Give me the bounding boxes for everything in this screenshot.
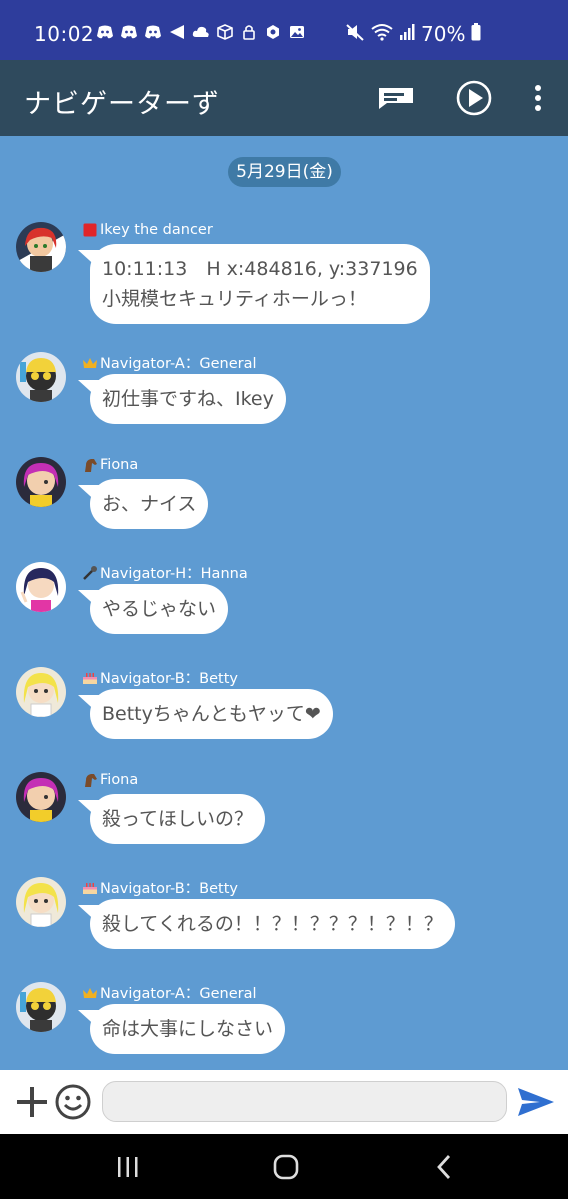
add-attachment-button[interactable] [14,1084,50,1120]
message-bubble[interactable]: 初仕事ですね、Ikey [90,374,286,424]
avatar[interactable] [16,222,66,272]
more-vert-icon [535,85,541,111]
message-input[interactable] [102,1081,507,1122]
message-bubble[interactable]: 10:11:13 H x:484816, y:337196 小規模セキュリティホ… [90,244,430,324]
cake-icon [82,880,98,896]
message-bubble[interactable]: Bettyちゃんともヤッて❤ [90,689,333,739]
avatar[interactable] [16,982,66,1032]
battery-percentage: 70% [421,22,466,46]
chat-area[interactable]: 5月29日(金) Ikey the dancer 10:11:13 H x:48… [0,136,568,1070]
red-square-icon [82,222,98,238]
horse-icon [82,772,98,788]
sender-name: Navigator-A：General [100,356,257,372]
sender-name: Ikey the dancer [100,222,213,238]
sender-name: Navigator-B：Betty [100,671,239,687]
avatar[interactable] [16,562,66,612]
crown-icon [82,355,98,371]
microphone-icon [82,565,98,581]
discord-icon [144,24,162,40]
message-sender: Navigator-A：General [82,982,257,1003]
sender-name: Navigator-A：General [100,986,257,1002]
message-sender: Navigator-B：Betty [82,667,238,688]
play-icon [456,80,492,116]
system-icons: 70% [345,22,481,46]
cloud-icon [192,24,210,40]
image-icon [288,24,306,40]
more-options-button[interactable] [525,78,551,118]
send-icon [518,1088,554,1116]
signal-icon [399,23,415,45]
chat-message: Ikey the dancer 10:11:13 H x:484816, y:3… [0,222,568,324]
app-bar: ナビゲーターず [0,60,568,136]
sender-name: Navigator-H：Hanna [100,566,248,582]
message-input-bar [0,1070,568,1134]
discord-icon [96,24,114,40]
message-bubble[interactable]: 殺してくれるの！！？！？？？！？！？ [90,899,455,949]
plus-icon [17,1087,47,1117]
message-bubble[interactable]: 命は大事にしなさい [90,1004,286,1054]
chat-message: Fiona お、ナイス [0,457,568,529]
system-navigation-bar [0,1134,568,1199]
date-separator: 5月29日(金) [228,157,341,187]
recents-icon [118,1157,138,1177]
discord-icon [120,24,138,40]
horse-icon [82,457,98,473]
message-sender: Navigator-A：General [82,352,257,373]
share-icon [168,24,186,40]
box-icon [216,24,234,40]
avatar[interactable] [16,772,66,822]
sender-name: Fiona [100,772,139,788]
sender-name: Fiona [100,457,139,473]
avatar[interactable] [16,667,66,717]
message-sender: Navigator-H：Hanna [82,562,248,583]
chat-message: Fiona 殺ってほしいの？ [0,772,568,844]
chat-message: Navigator-H：Hanna やるじゃない [0,562,568,634]
avatar[interactable] [16,457,66,507]
home-button[interactable] [271,1152,301,1182]
message-bubble[interactable]: お、ナイス [90,479,209,529]
message-bubble[interactable]: やるじゃない [90,584,229,634]
status-bar: 10:02 70% [0,0,568,60]
emoji-button[interactable] [54,1083,92,1121]
sender-name: Navigator-B：Betty [100,881,239,897]
message-sender: Fiona [82,772,138,788]
recent-apps-button[interactable] [113,1152,143,1182]
smiley-icon [55,1084,91,1120]
crown-icon [82,985,98,1001]
hexagon-icon [264,24,282,40]
message-sender: Navigator-B：Betty [82,877,238,898]
back-icon [437,1155,451,1179]
wifi-icon [371,23,393,45]
chat-message: Navigator-B：Betty 殺してくれるの！！？！？？？！？！？ [0,877,568,949]
message-sender: Fiona [82,457,138,473]
cake-icon [82,670,98,686]
message-sender: Ikey the dancer [82,222,213,238]
play-button[interactable] [454,78,494,118]
chat-message: Navigator-B：Betty Bettyちゃんともヤッて❤ [0,667,568,739]
message-icon [379,88,413,109]
chat-title: ナビゲーターず [24,89,220,120]
notification-icons [96,24,306,40]
send-button[interactable] [516,1086,556,1118]
back-button[interactable] [430,1152,460,1182]
lock-icon [240,24,258,40]
status-time: 10:02 [34,22,95,46]
avatar[interactable] [16,352,66,402]
message-bubble[interactable]: 殺ってほしいの？ [90,794,266,844]
message-button[interactable] [376,78,416,118]
avatar[interactable] [16,877,66,927]
battery-icon [471,23,481,45]
mute-icon [345,23,365,45]
home-icon [273,1154,299,1180]
chat-message: Navigator-A：General 初仕事ですね、Ikey [0,352,568,424]
chat-message: Navigator-A：General 命は大事にしなさい [0,982,568,1054]
